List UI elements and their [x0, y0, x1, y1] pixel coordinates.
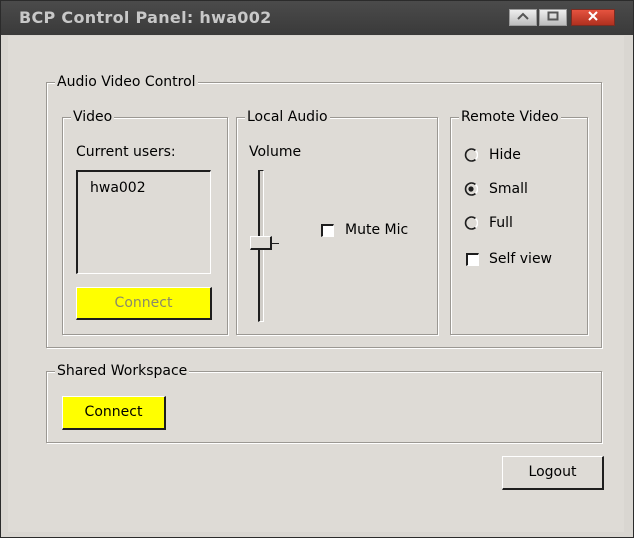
current-users-label: Current users: — [76, 144, 176, 160]
local-audio-legend: Local Audio — [245, 108, 330, 126]
radio-hide[interactable] — [464, 148, 478, 162]
close-button[interactable] — [571, 9, 615, 26]
radio-small[interactable] — [464, 182, 478, 196]
self-view-label[interactable]: Self view — [489, 250, 552, 268]
window-title: BCP Control Panel: hwa002 — [19, 8, 272, 27]
maximize-icon — [547, 11, 559, 21]
volume-label: Volume — [249, 144, 302, 160]
current-users-list[interactable]: hwa002 — [76, 170, 211, 274]
radio-selected-dot — [468, 186, 474, 192]
list-item[interactable]: hwa002 — [90, 180, 146, 196]
group-legend: Audio Video Control — [55, 73, 198, 91]
title-bar[interactable]: BCP Control Panel: hwa002 — [1, 1, 633, 35]
video-legend: Video — [71, 108, 115, 126]
video-connect-button[interactable]: Connect — [76, 287, 212, 320]
workspace-connect-button[interactable]: Connect — [62, 396, 166, 430]
volume-slider-handle[interactable] — [250, 236, 272, 250]
self-view-checkbox[interactable] — [466, 253, 479, 266]
mute-mic-label[interactable]: Mute Mic — [345, 221, 408, 239]
radio-full[interactable] — [464, 216, 478, 230]
mute-mic-checkbox[interactable] — [321, 224, 334, 237]
radio-small-label[interactable]: Small — [489, 180, 528, 198]
remote-video-legend: Remote Video — [459, 108, 561, 126]
radio-hide-label[interactable]: Hide — [489, 146, 521, 164]
minimize-button[interactable] — [509, 9, 537, 26]
maximize-button[interactable] — [539, 9, 567, 26]
close-icon — [588, 11, 598, 21]
volume-slider-tick — [272, 243, 279, 244]
chevron-up-icon — [517, 12, 529, 20]
radio-full-label[interactable]: Full — [489, 214, 513, 232]
logout-button[interactable]: Logout — [502, 456, 604, 490]
shared-workspace-legend: Shared Workspace — [55, 362, 190, 380]
